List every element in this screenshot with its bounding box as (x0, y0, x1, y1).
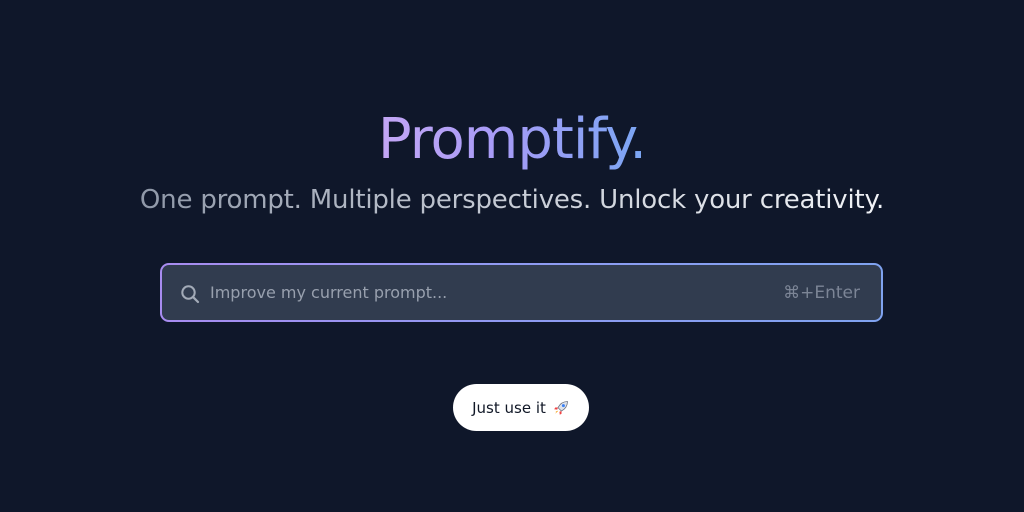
submit-shortcut-hint: ⌘+Enter (783, 283, 860, 303)
rocket-icon (554, 400, 568, 415)
tagline: One prompt. Multiple perspectives. Unloc… (0, 182, 1024, 218)
tagline-text: One prompt. Multiple perspectives. Unloc… (139, 185, 885, 215)
prompt-input-container: ⌘+Enter (160, 263, 883, 322)
search-icon (181, 285, 200, 304)
prompt-input[interactable] (210, 265, 770, 320)
landing-page: Promptify. One prompt. Multiple perspect… (0, 0, 1024, 512)
just-use-it-button[interactable]: Just use it (453, 384, 589, 431)
app-title: Promptify. (0, 106, 1024, 174)
prompt-input-box[interactable]: ⌘+Enter (162, 265, 881, 320)
app-title-text: Promptify. (377, 107, 647, 172)
just-use-it-label: Just use it (472, 398, 546, 417)
